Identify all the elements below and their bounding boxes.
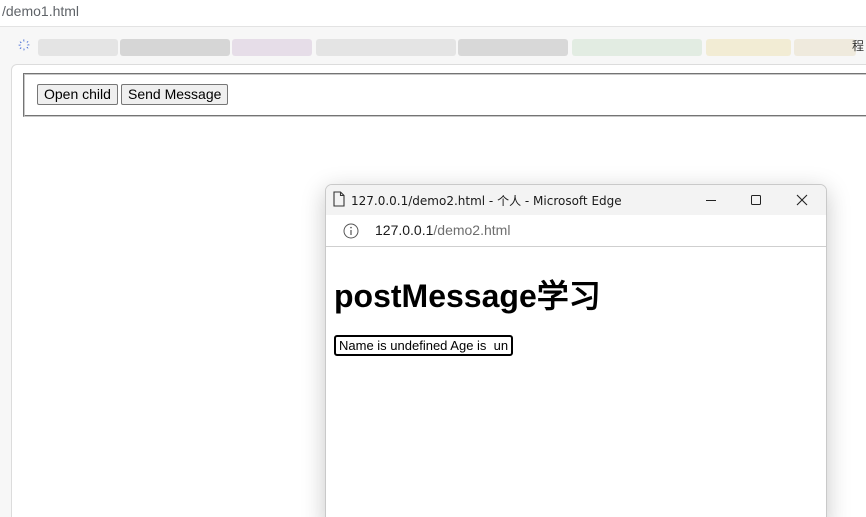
address-bar[interactable]: /demo1.html [0,0,866,27]
bookmarks-bar: ҉ 程 [0,27,866,61]
send-message-button[interactable]: Send Message [121,84,229,105]
popup-url-host: 127.0.0.1 [375,222,434,238]
bookmark-item[interactable] [572,39,702,56]
bookmark-item[interactable] [706,39,791,56]
popup-title: 127.0.0.1/demo2.html - 个人 - Microsoft Ed… [351,194,622,208]
child-popup-window: 127.0.0.1/demo2.html - 个人 - Microsoft Ed… [325,184,827,517]
bookmark-item[interactable] [794,39,856,56]
controls-fieldset: Open child Send Message [23,73,866,117]
bookmark-item[interactable] [120,39,230,56]
close-icon[interactable] [794,192,810,208]
info-icon[interactable] [343,223,359,244]
maximize-icon[interactable] [748,192,764,208]
document-icon [333,191,345,212]
popup-url-path: /demo2.html [433,222,511,238]
bookmark-overflow[interactable]: 程 [852,37,864,54]
popup-address-bar[interactable]: 127.0.0.1/demo2.html [326,215,826,247]
bookmark-item[interactable] [232,39,312,56]
message-input[interactable] [334,335,513,356]
popup-url: 127.0.0.1/demo2.html [375,222,510,238]
page-heading: postMessage学习 [334,278,601,314]
browser-window: /demo1.html ҉ 程 Open child Send Message … [0,0,866,517]
bookmark-item[interactable] [38,39,118,56]
address-url: /demo1.html [2,3,80,19]
popup-title-bar[interactable]: 127.0.0.1/demo2.html - 个人 - Microsoft Ed… [326,185,826,215]
bookmark-item[interactable] [458,39,568,56]
minimize-icon[interactable] [703,192,719,208]
bookmark-item[interactable] [316,39,456,56]
open-child-button[interactable]: Open child [37,84,118,105]
